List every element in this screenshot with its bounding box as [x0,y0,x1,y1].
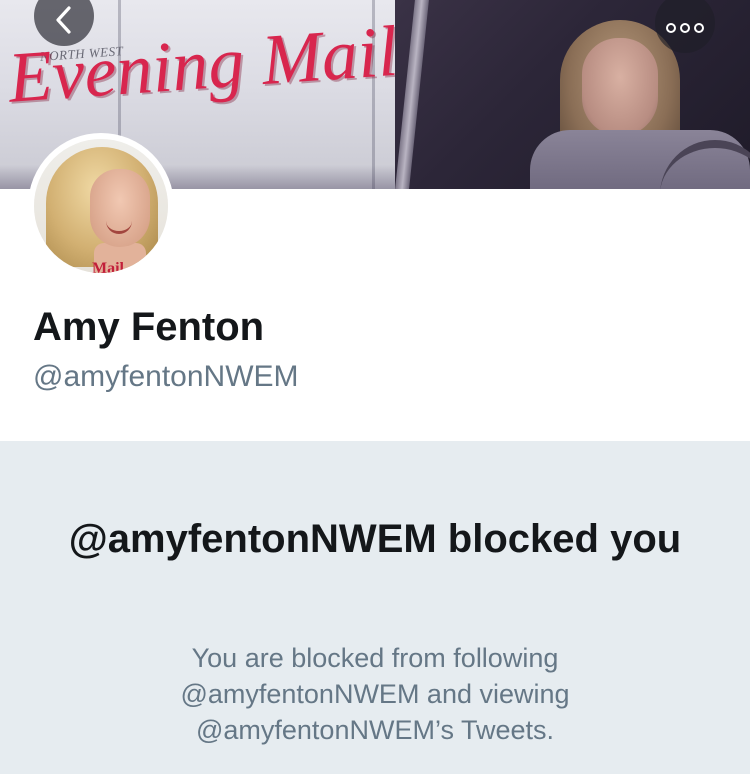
avatar[interactable]: Mail [28,133,174,279]
profile-display-name: Amy Fenton [33,305,265,349]
driver-face [582,38,658,136]
profile-handle: @amyfentonNWEM [33,360,299,393]
blocked-notice: @amyfentonNWEM blocked you You are block… [0,441,750,774]
avatar-face [90,169,150,247]
avatar-photo: Mail [34,139,168,273]
profile-page: NORTH WEST Evening Mail Mail Amy Fenton … [0,0,750,774]
chevron-left-icon [52,5,76,40]
banner-driver-photo [520,20,750,189]
more-options-icon [666,23,704,33]
avatar-logo: Mail [92,260,124,274]
blocked-title: @amyfentonNWEM blocked you [68,517,682,561]
blocked-description: You are blocked from following @amyfento… [180,643,570,745]
